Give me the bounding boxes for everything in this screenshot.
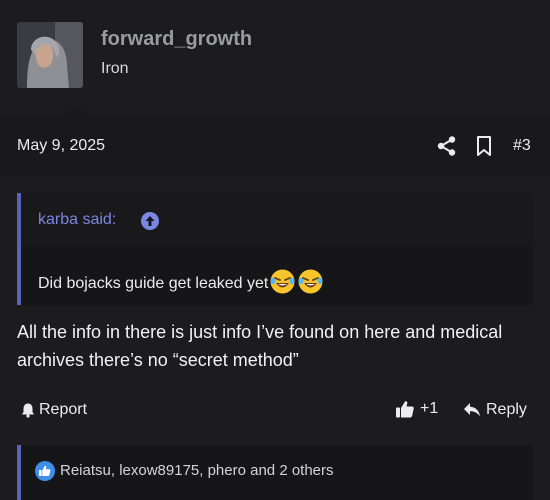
username[interactable]: forward_growth bbox=[101, 28, 252, 51]
post-date[interactable]: May 9, 2025 bbox=[17, 137, 105, 155]
avatar[interactable] bbox=[17, 22, 83, 88]
reactions-bar[interactable]: Reiatsu, lexow89175, phero and 2 others bbox=[17, 445, 533, 500]
report-button[interactable]: Report bbox=[20, 401, 87, 419]
reactions-list[interactable]: Reiatsu, lexow89175, phero and 2 others bbox=[60, 462, 334, 479]
post-header: forward_growth Iron bbox=[0, 0, 550, 115]
like-count: +1 bbox=[420, 400, 439, 417]
quote-block: karba said: Did bojacks guide get leaked… bbox=[17, 193, 533, 305]
avatar-pointer bbox=[66, 105, 86, 115]
post-message: All the info in there is just info I’ve … bbox=[17, 322, 503, 370]
post-number-link[interactable]: #3 bbox=[513, 137, 531, 155]
like-reaction-icon bbox=[35, 461, 55, 481]
avatar-image bbox=[17, 22, 83, 88]
quote-text: Did bojacks guide get leaked yet bbox=[38, 268, 324, 295]
report-label: Report bbox=[39, 401, 88, 418]
post-action-bar: Report +1 Reply bbox=[0, 395, 550, 431]
reply-button[interactable]: Reply bbox=[463, 401, 527, 419]
user-title: Iron bbox=[101, 60, 129, 77]
rolling-laughing-emoji-icon bbox=[297, 268, 324, 295]
share-icon[interactable] bbox=[436, 135, 458, 157]
thumbs-up-icon bbox=[396, 401, 414, 418]
bookmark-icon[interactable] bbox=[474, 135, 494, 157]
like-button[interactable]: +1 bbox=[395, 399, 438, 419]
post-meta-bar: May 9, 2025 #3 bbox=[0, 115, 550, 175]
quote-author-link[interactable]: karba said: bbox=[38, 211, 116, 229]
arrow-up-circle-icon[interactable] bbox=[141, 212, 159, 230]
reply-label: Reply bbox=[486, 401, 527, 418]
quote-text-content: Did bojacks guide get leaked yet bbox=[38, 275, 269, 292]
quote-header: karba said: bbox=[21, 193, 533, 246]
reply-arrow-icon bbox=[464, 403, 480, 417]
rolling-laughing-emoji-icon bbox=[269, 268, 296, 295]
bell-icon bbox=[22, 403, 34, 418]
